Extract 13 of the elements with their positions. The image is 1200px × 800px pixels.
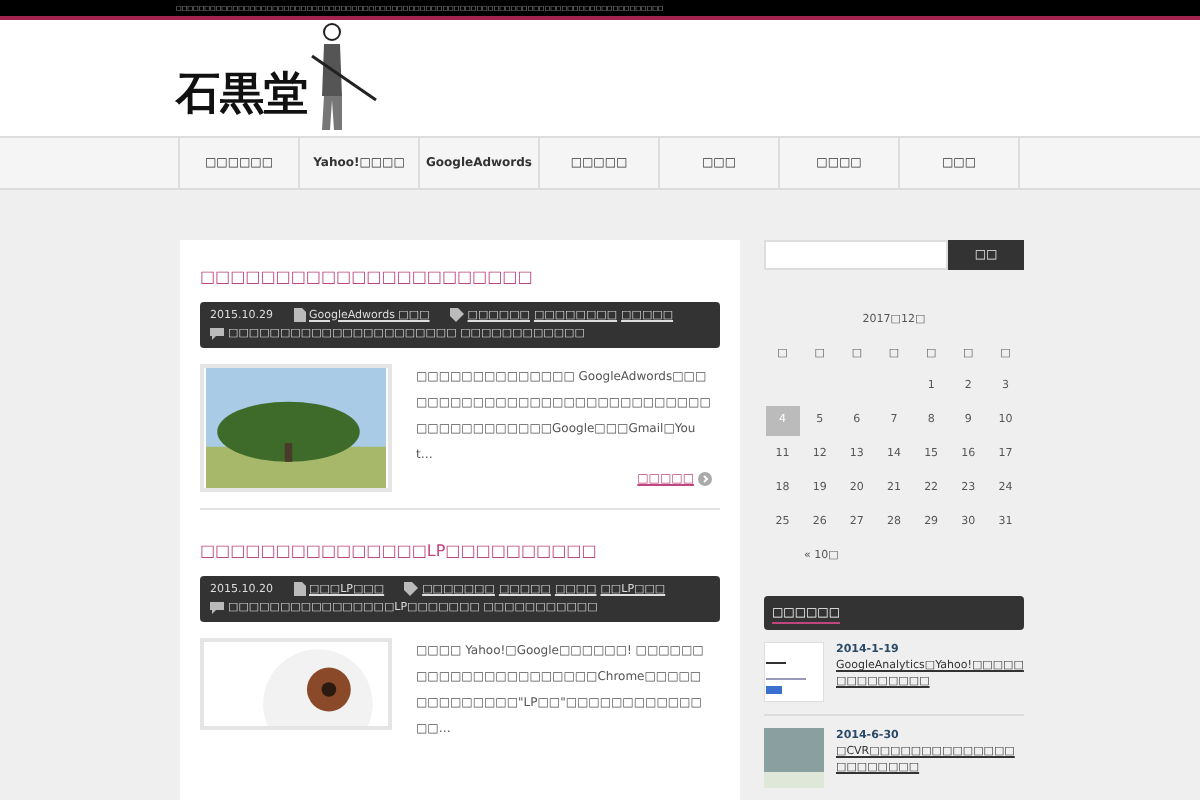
screenshot-thumbnail	[764, 642, 824, 702]
arrow-circle-icon	[698, 471, 712, 485]
tag-icon	[404, 582, 419, 596]
photo-thumbnail	[764, 728, 824, 788]
post-title[interactable]: □□□□□□□□□□□□□□□LP□□□□□□□□□□	[200, 537, 597, 565]
post-title[interactable]: □□□□□□□□□□□□□□□□□□□□□□	[200, 263, 533, 291]
search-field[interactable]	[764, 239, 948, 269]
comment-icon	[210, 601, 224, 613]
document-icon	[293, 308, 305, 322]
logo-text: 石黒堂	[176, 66, 308, 125]
document-icon	[293, 582, 305, 596]
tag-icon	[449, 308, 464, 322]
comment-icon	[210, 327, 224, 339]
